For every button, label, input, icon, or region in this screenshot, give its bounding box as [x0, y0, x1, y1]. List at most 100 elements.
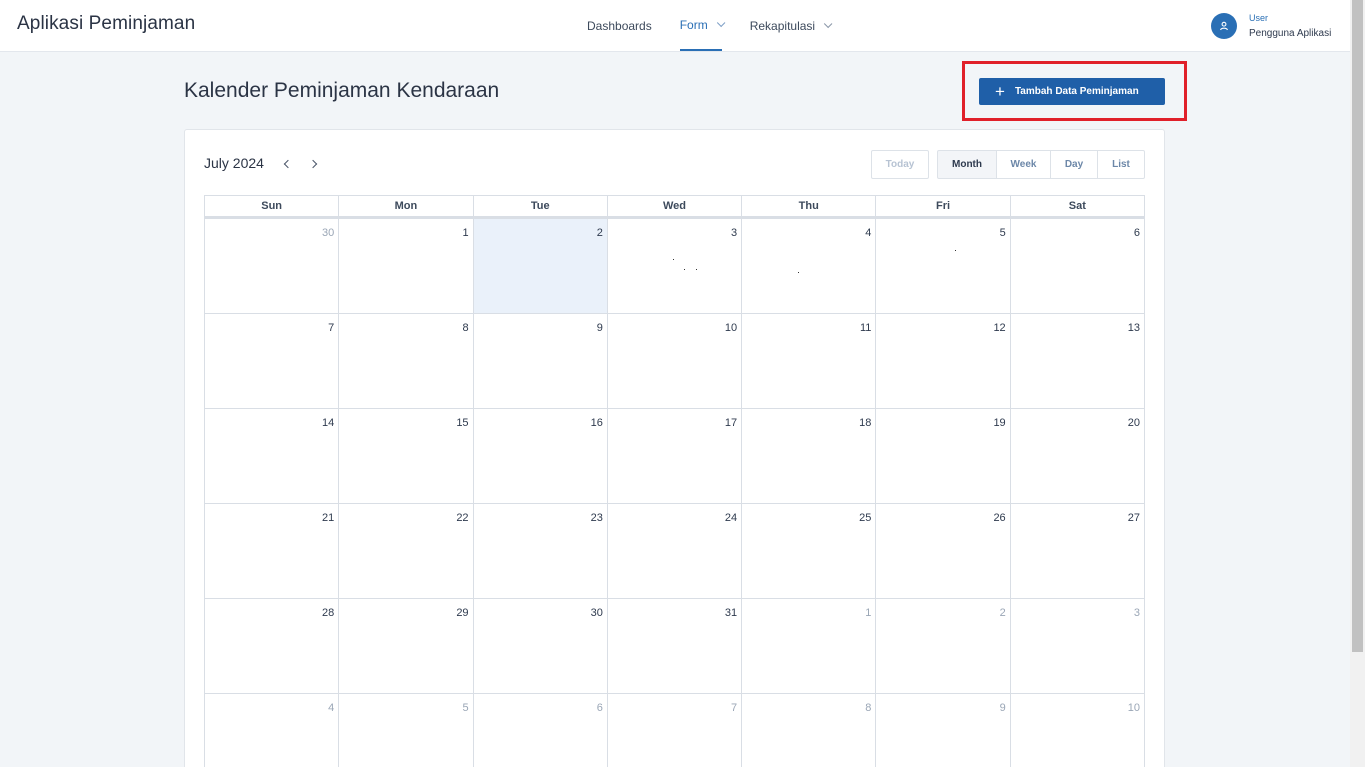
calendar-day-cell[interactable]: 2: [876, 599, 1011, 693]
day-number[interactable]: 26: [993, 512, 1005, 524]
day-number[interactable]: 28: [322, 607, 334, 619]
calendar-day-cell[interactable]: 18: [742, 409, 877, 503]
day-number[interactable]: 29: [456, 607, 468, 619]
nav-rekapitulasi[interactable]: Rekapitulasi: [750, 0, 833, 51]
calendar-day-cell[interactable]: 16: [474, 409, 608, 503]
calendar-day-cell[interactable]: 26: [876, 504, 1011, 598]
day-number[interactable]: 1: [462, 227, 468, 239]
day-number[interactable]: 9: [1000, 702, 1006, 714]
calendar-day-cell[interactable]: 7: [608, 694, 743, 767]
day-number[interactable]: 10: [725, 322, 737, 334]
day-number[interactable]: 30: [591, 607, 603, 619]
day-number[interactable]: 17: [725, 417, 737, 429]
calendar-day-cell[interactable]: 27: [1011, 504, 1145, 598]
view-list-button[interactable]: List: [1097, 150, 1145, 179]
calendar-next-button[interactable]: [307, 157, 321, 171]
calendar-day-cell[interactable]: 13: [1011, 314, 1145, 408]
calendar-day-cell[interactable]: 24: [608, 504, 743, 598]
calendar-day-cell[interactable]: 8: [339, 314, 474, 408]
day-number[interactable]: 5: [1000, 227, 1006, 239]
calendar-day-cell[interactable]: 3: [608, 219, 743, 313]
view-month-button[interactable]: Month: [937, 150, 997, 179]
calendar-day-cell[interactable]: 1: [339, 219, 474, 313]
day-number[interactable]: 6: [597, 702, 603, 714]
view-week-button[interactable]: Week: [996, 150, 1051, 179]
day-number[interactable]: 12: [993, 322, 1005, 334]
calendar-day-cell[interactable]: 30: [474, 599, 608, 693]
day-number[interactable]: 20: [1128, 417, 1140, 429]
calendar-day-cell[interactable]: 6: [474, 694, 608, 767]
calendar-day-cell-today[interactable]: 2: [473, 219, 608, 313]
day-number[interactable]: 6: [1134, 227, 1140, 239]
calendar-day-cell[interactable]: 4: [205, 694, 340, 767]
day-number[interactable]: 2: [597, 227, 603, 239]
calendar-day-cell[interactable]: 29: [339, 599, 474, 693]
calendar-day-cell[interactable]: 11: [742, 314, 877, 408]
calendar-day-cell[interactable]: 23: [474, 504, 608, 598]
day-number[interactable]: 16: [591, 417, 603, 429]
calendar-day-cell[interactable]: 5: [876, 219, 1011, 313]
calendar-day-cell[interactable]: 25: [742, 504, 877, 598]
day-number[interactable]: 3: [1134, 607, 1140, 619]
day-number[interactable]: 8: [865, 702, 871, 714]
day-number[interactable]: 24: [725, 512, 737, 524]
day-number[interactable]: 23: [591, 512, 603, 524]
day-number[interactable]: 8: [462, 322, 468, 334]
calendar-day-cell[interactable]: 21: [205, 504, 340, 598]
nav-form[interactable]: Form: [679, 0, 726, 51]
day-number[interactable]: 15: [456, 417, 468, 429]
calendar-day-cell[interactable]: 9: [876, 694, 1011, 767]
calendar-day-cell[interactable]: 8: [742, 694, 877, 767]
day-number[interactable]: 27: [1128, 512, 1140, 524]
calendar-day-cell[interactable]: 12: [876, 314, 1011, 408]
day-number[interactable]: 9: [597, 322, 603, 334]
calendar-day-cell[interactable]: 5: [339, 694, 474, 767]
day-number[interactable]: 3: [731, 227, 737, 239]
today-button[interactable]: Today: [871, 150, 929, 179]
day-number[interactable]: 14: [322, 417, 334, 429]
day-number[interactable]: 13: [1128, 322, 1140, 334]
calendar-day-cell[interactable]: 1: [742, 599, 877, 693]
user-menu[interactable]: User Pengguna Aplikasi: [1211, 11, 1331, 41]
calendar-day-cell[interactable]: 22: [339, 504, 474, 598]
day-number[interactable]: 4: [865, 227, 871, 239]
calendar-day-cell[interactable]: 31: [608, 599, 743, 693]
calendar-day-cell[interactable]: 7: [205, 314, 340, 408]
scrollbar-thumb[interactable]: [1352, 0, 1363, 652]
day-number[interactable]: 11: [860, 322, 871, 334]
calendar-day-cell[interactable]: 17: [608, 409, 743, 503]
day-number[interactable]: 18: [859, 417, 871, 429]
calendar-day-cell[interactable]: 14: [205, 409, 340, 503]
calendar-day-cell[interactable]: 20: [1011, 409, 1145, 503]
day-number[interactable]: 5: [462, 702, 468, 714]
calendar-day-cell[interactable]: 9: [474, 314, 608, 408]
calendar-day-cell[interactable]: 28: [205, 599, 340, 693]
day-number[interactable]: 1: [865, 607, 871, 619]
view-day-button[interactable]: Day: [1050, 150, 1098, 179]
calendar-day-cell[interactable]: 3: [1011, 599, 1145, 693]
calendar-day-cell[interactable]: 15: [339, 409, 474, 503]
calendar-day-cell[interactable]: 10: [608, 314, 743, 408]
calendar-day-cell[interactable]: 4: [742, 219, 877, 313]
day-number[interactable]: 4: [328, 702, 334, 714]
day-number[interactable]: 30: [322, 227, 334, 239]
calendar-day-cell[interactable]: 6: [1011, 219, 1145, 313]
page-scrollbar[interactable]: [1350, 0, 1365, 767]
day-number[interactable]: 22: [456, 512, 468, 524]
calendar-prev-button[interactable]: [279, 157, 293, 171]
day-number[interactable]: 10: [1128, 702, 1140, 714]
day-number[interactable]: 7: [328, 322, 334, 334]
day-number[interactable]: 7: [731, 702, 737, 714]
app-title[interactable]: Aplikasi Peminjaman: [17, 13, 195, 35]
day-number[interactable]: 25: [859, 512, 871, 524]
avatar[interactable]: [1211, 13, 1237, 39]
day-number[interactable]: 21: [322, 512, 334, 524]
day-number[interactable]: 19: [993, 417, 1005, 429]
calendar-day-cell[interactable]: 10: [1011, 694, 1145, 767]
add-loan-button[interactable]: + Tambah Data Peminjaman: [979, 78, 1165, 105]
calendar-day-cell[interactable]: 30: [205, 219, 340, 313]
day-number[interactable]: 31: [725, 607, 737, 619]
day-number[interactable]: 2: [1000, 607, 1006, 619]
calendar-day-cell[interactable]: 19: [876, 409, 1011, 503]
nav-dashboards[interactable]: Dashboards: [587, 0, 652, 51]
